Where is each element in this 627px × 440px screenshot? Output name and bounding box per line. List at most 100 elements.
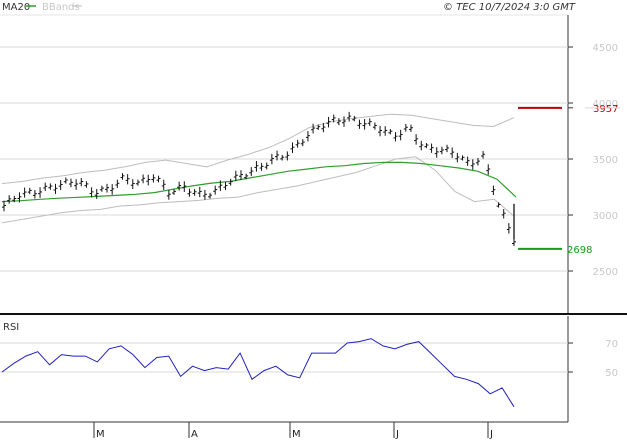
price-bar — [146, 174, 151, 186]
price-bar — [228, 178, 233, 186]
price-bar — [68, 178, 73, 188]
price-bar — [63, 177, 68, 184]
rsi-tick-label: 70 — [605, 339, 618, 350]
price-bar — [264, 162, 269, 170]
price-bar — [208, 192, 213, 199]
price-bar — [151, 174, 156, 183]
price-bar — [460, 155, 465, 161]
price-bar — [141, 174, 146, 184]
price-bar — [156, 175, 161, 183]
price-bar — [38, 187, 43, 198]
rsi-axis-ticks: 50 70 — [568, 339, 618, 379]
price-bar — [481, 151, 486, 159]
price-bar — [192, 188, 197, 196]
time-tick-label: M — [96, 429, 105, 440]
bollinger-bands — [1, 113, 515, 224]
bbands-lower-line — [1, 156, 515, 224]
rsi-tick-label: 50 — [605, 368, 618, 379]
time-tick-label: J — [395, 429, 399, 440]
price-bar — [290, 142, 295, 154]
price-bar — [43, 182, 48, 192]
resistance-level-label: 3957 — [593, 104, 618, 115]
price-bar — [311, 123, 316, 134]
price-bar — [79, 177, 84, 187]
price-bar — [445, 144, 450, 153]
price-bar — [295, 139, 300, 148]
price-bar — [74, 179, 79, 190]
price-bar — [393, 132, 398, 142]
price-axis-ticks: 25003000350040004500 — [568, 43, 618, 278]
price-bar — [161, 179, 166, 190]
rsi-polyline — [1, 338, 515, 408]
price-bar — [496, 202, 501, 208]
ma20-line — [1, 161, 517, 203]
time-axis-ticks: MAMJJ — [93, 422, 493, 440]
price-bar — [120, 173, 125, 180]
price-bar — [53, 183, 58, 194]
price-bar — [58, 180, 63, 191]
price-bar — [89, 187, 94, 198]
price-bar — [177, 181, 182, 191]
time-tick-label: J — [489, 429, 493, 440]
price-bar — [84, 181, 89, 188]
price-bar — [187, 188, 192, 197]
price-bar — [259, 162, 264, 171]
price-bar — [486, 164, 491, 175]
price-bar — [414, 134, 419, 145]
price-bar — [166, 189, 171, 200]
price-grid — [0, 46, 568, 272]
price-bar — [470, 159, 475, 170]
price-bar — [94, 189, 99, 200]
price-tick-label: 2500 — [593, 267, 618, 278]
price-bar — [491, 185, 496, 196]
price-bar — [378, 125, 383, 137]
price-bar — [254, 161, 259, 172]
price-bar — [305, 131, 310, 142]
price-bar — [197, 186, 202, 198]
price-bar — [403, 124, 408, 132]
price-bar — [357, 119, 362, 129]
price-levels: 3957 2698 — [518, 104, 620, 256]
rsi-line — [1, 338, 515, 408]
price-bar — [125, 174, 130, 185]
legend-bbands: BBands — [42, 2, 80, 13]
price-bar — [32, 189, 37, 199]
price-bar — [512, 238, 516, 247]
price-tick-label: 3000 — [593, 211, 618, 222]
copyright-timestamp: © TEC 10/7/2024 3:0 GMT — [443, 2, 576, 13]
price-bar — [48, 183, 53, 190]
price-bar — [383, 126, 388, 136]
price-tick-label: 4500 — [593, 43, 618, 54]
price-bar — [450, 147, 455, 158]
price-bar — [99, 185, 104, 192]
price-bar — [398, 129, 403, 141]
time-tick-label: A — [191, 429, 198, 440]
price-bar — [22, 187, 27, 198]
price-bar — [501, 209, 506, 219]
price-bars — [2, 111, 516, 247]
price-bar — [419, 140, 424, 151]
price-bar — [439, 146, 444, 155]
price-bar — [342, 116, 346, 127]
price-bar — [347, 111, 352, 122]
price-bar — [280, 154, 285, 161]
price-bar — [27, 187, 32, 195]
price-bar — [388, 129, 393, 135]
price-bar — [115, 179, 120, 188]
rsi-label: RSI — [3, 322, 19, 333]
price-bar — [362, 119, 367, 130]
price-bar — [223, 182, 228, 191]
support-level-label: 2698 — [567, 245, 592, 256]
price-bar — [336, 118, 341, 126]
price-bar — [130, 179, 135, 190]
rsi-grid — [0, 342, 568, 373]
price-bar — [465, 156, 470, 166]
price-bar — [249, 167, 254, 177]
price-bar — [238, 170, 243, 180]
price-bar — [2, 200, 6, 212]
price-bar — [434, 147, 439, 158]
price-bar — [408, 124, 413, 132]
price-bar — [202, 189, 207, 200]
time-tick-label: M — [292, 429, 301, 440]
ma20-polyline — [1, 161, 517, 203]
